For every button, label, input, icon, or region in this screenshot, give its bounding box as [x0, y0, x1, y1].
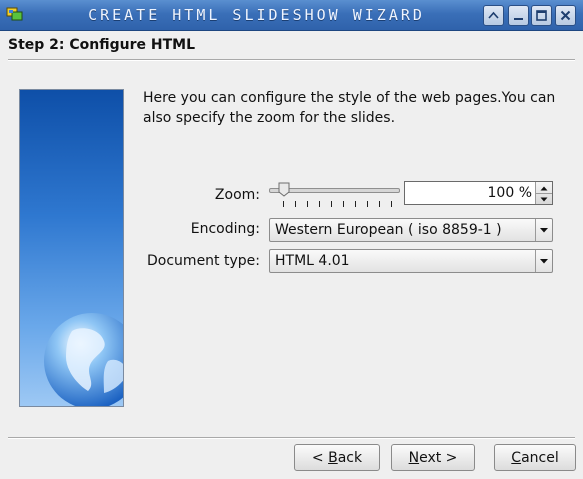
close-button[interactable]: [555, 5, 576, 26]
back-mnemonic: B: [328, 449, 338, 466]
globe-icon: [44, 313, 123, 406]
shade-icon: [488, 11, 499, 19]
chevron-down-icon: [540, 259, 548, 264]
next-button[interactable]: Next >: [391, 444, 475, 471]
back-rest: ack: [337, 449, 363, 466]
encoding-dropdown-button[interactable]: [535, 219, 552, 241]
maximize-icon: [536, 10, 547, 21]
slider-ticks: [283, 201, 392, 207]
slider-handle[interactable]: [278, 182, 290, 197]
encoding-selected: Western European ( iso 8859-1 ): [275, 222, 502, 238]
zoom-value[interactable]: 100 %: [488, 185, 532, 201]
cancel-rest: ancel: [521, 449, 559, 466]
encoding-select[interactable]: Western European ( iso 8859-1 ): [269, 218, 553, 242]
encoding-label: Encoding:: [190, 221, 260, 237]
minimize-button[interactable]: [508, 5, 529, 26]
page-title: Step 2: Configure HTML: [8, 37, 195, 53]
shade-button[interactable]: [483, 5, 504, 26]
chevron-down-icon: [540, 228, 548, 233]
back-prefix: <: [311, 449, 329, 466]
zoom-spinbox[interactable]: 100 %: [404, 181, 553, 205]
slides-app-icon: [6, 7, 24, 23]
document-type-selected: HTML 4.01: [275, 253, 350, 269]
next-rest: ext >: [419, 449, 458, 466]
maximize-button[interactable]: [531, 5, 552, 26]
minimize-icon: [514, 18, 523, 20]
document-type-label: Document type:: [147, 253, 260, 269]
zoom-label: Zoom:: [214, 187, 260, 203]
cancel-button[interactable]: Cancel: [494, 444, 576, 471]
next-mnemonic: N: [408, 449, 420, 466]
footer-divider: [8, 437, 575, 439]
wizard-banner: [19, 89, 124, 407]
title-bar[interactable]: Create HTML Slideshow Wizard: [0, 0, 583, 31]
back-button[interactable]: < Back: [294, 444, 380, 471]
header-divider: [8, 59, 575, 61]
close-icon: [560, 10, 571, 21]
document-type-dropdown-button[interactable]: [535, 250, 552, 272]
document-type-select[interactable]: HTML 4.01: [269, 249, 553, 273]
spin-down-button[interactable]: [536, 193, 552, 204]
step-description: Here you can configure the style of the …: [143, 90, 556, 126]
arrow-down-icon: [540, 197, 548, 202]
cancel-mnemonic: C: [511, 449, 522, 466]
zoom-slider[interactable]: [269, 182, 400, 212]
spin-buttons: [535, 182, 552, 204]
window-title: Create HTML Slideshow Wizard: [88, 6, 425, 24]
